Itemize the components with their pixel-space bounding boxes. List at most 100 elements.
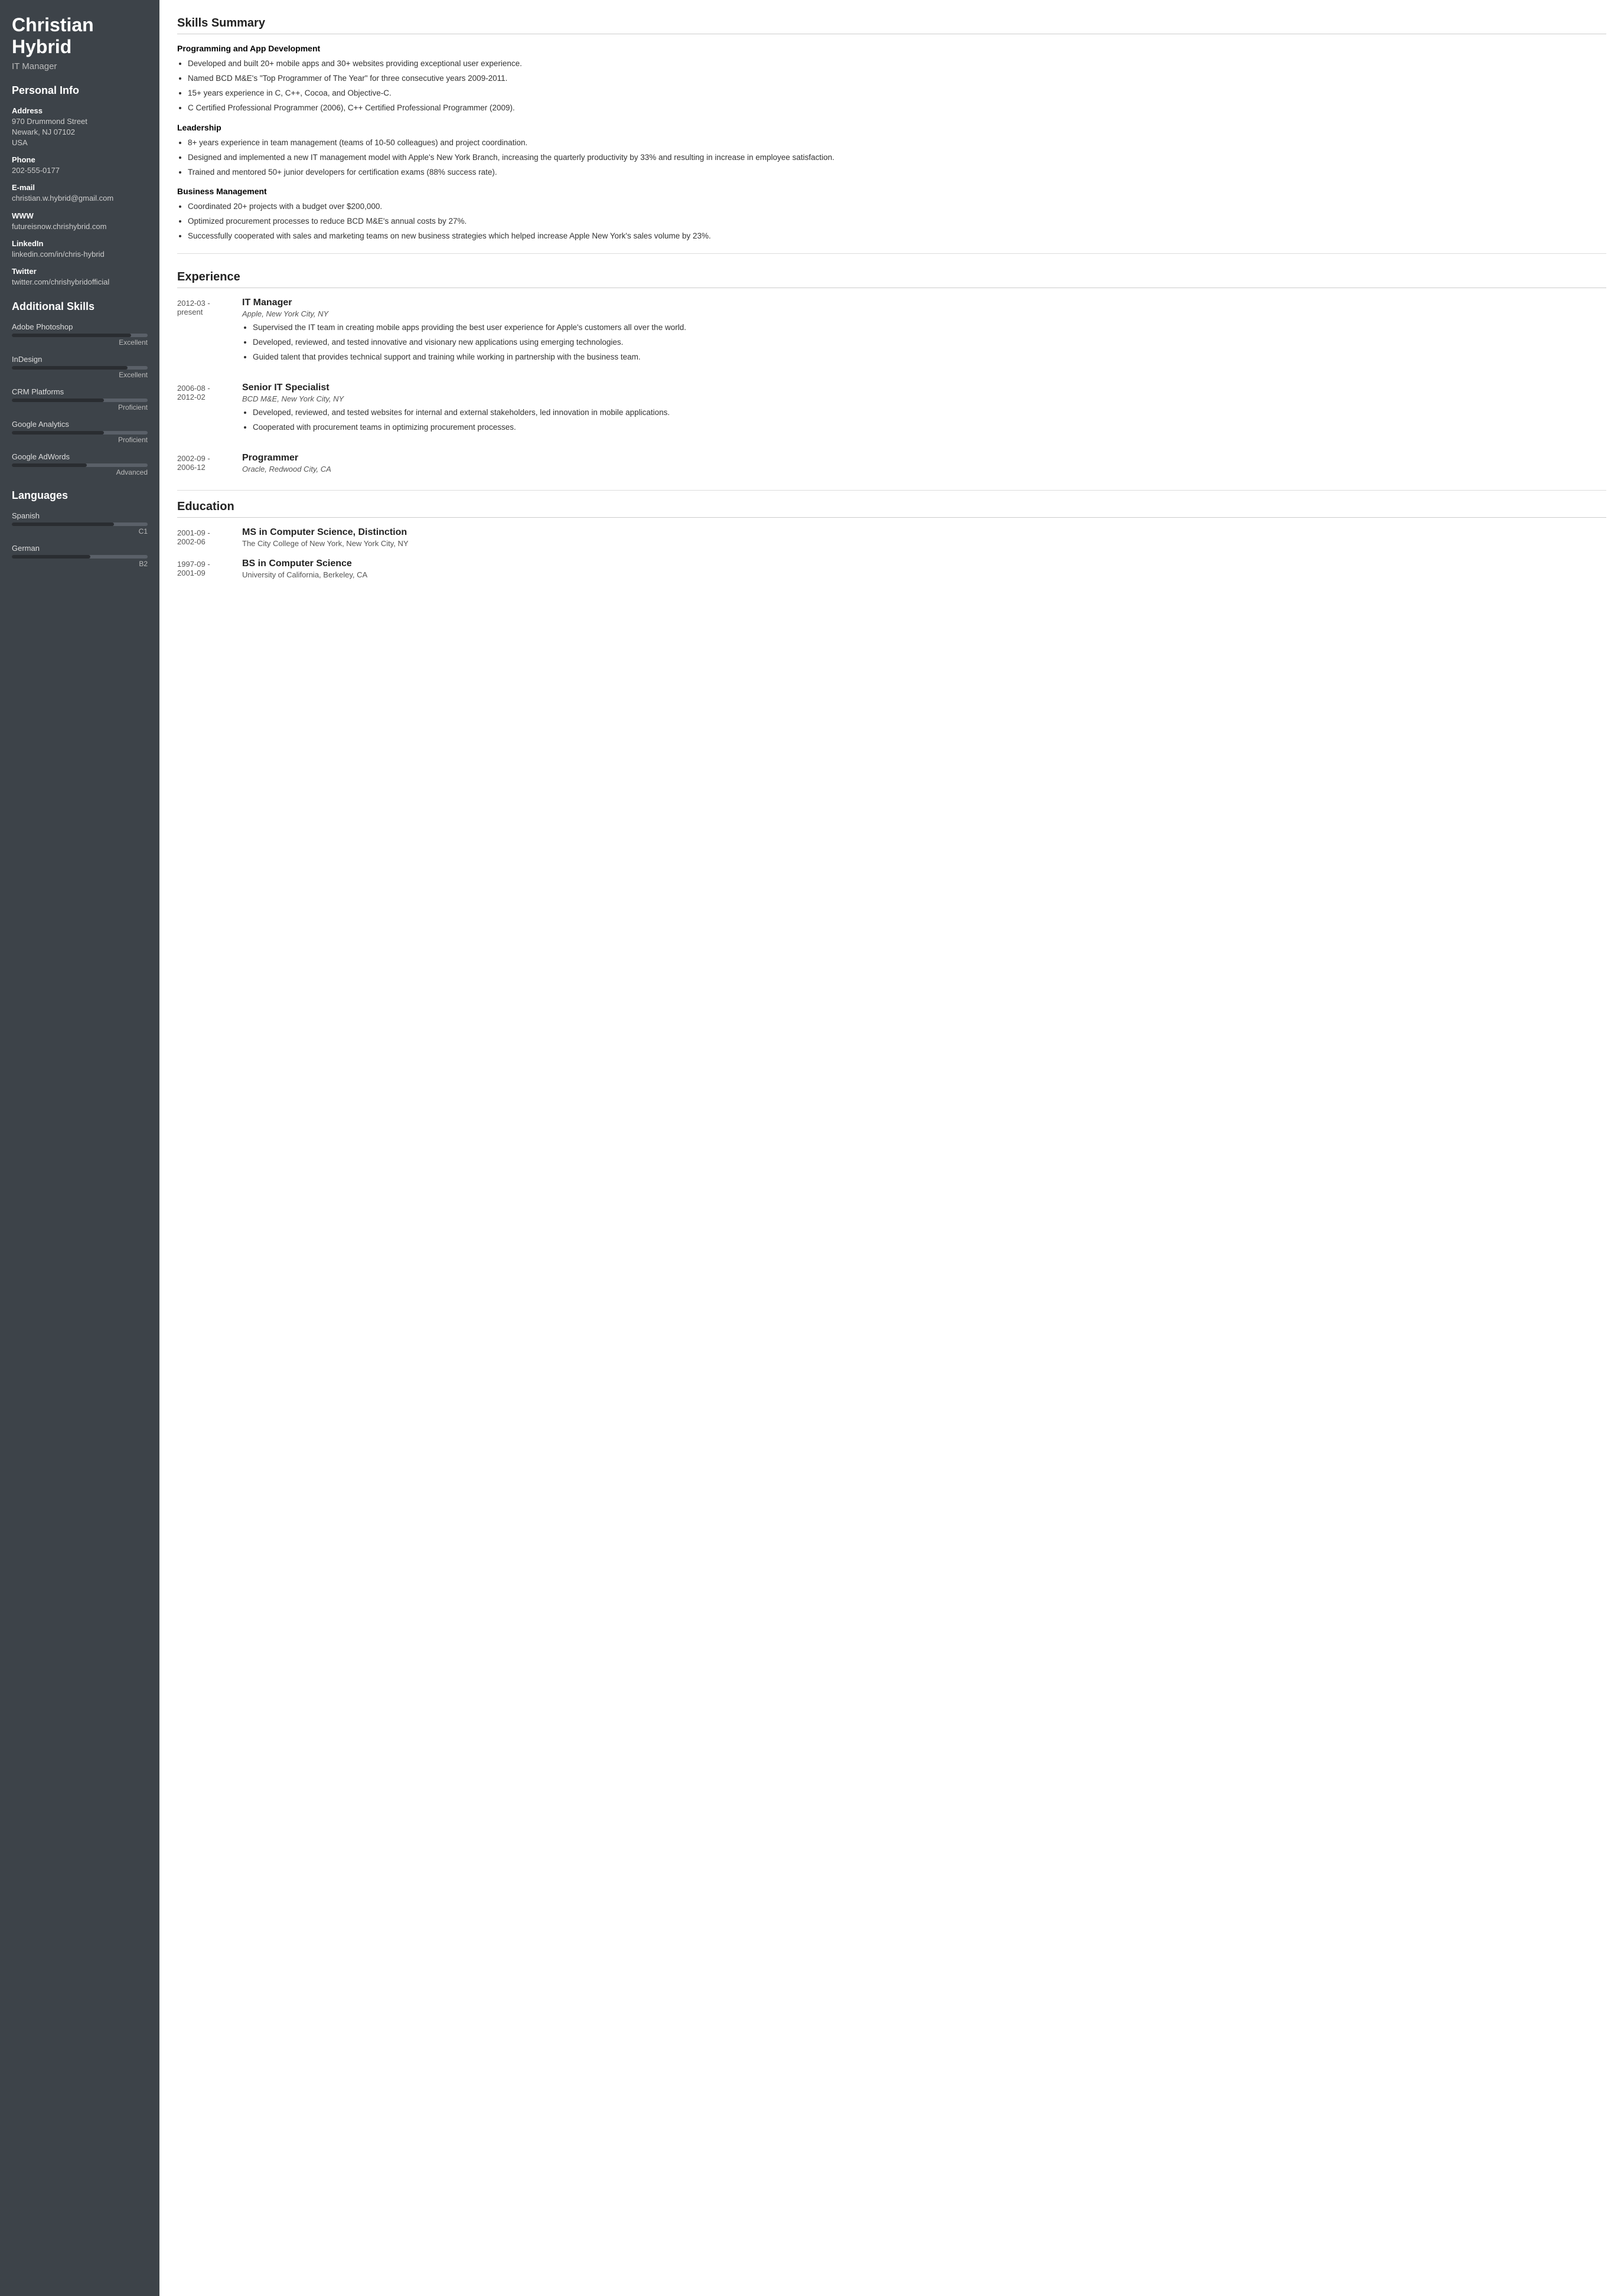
skills-subsections: Programming and App Development Developed… bbox=[177, 44, 1606, 243]
skills-subsection: Programming and App Development Developed… bbox=[177, 44, 1606, 115]
skill-bar-bg bbox=[12, 431, 148, 435]
language-bar-fill bbox=[12, 555, 90, 559]
bullet-item: Named BCD M&E's "Top Programmer of The Y… bbox=[188, 73, 1606, 85]
candidate-name: Christian Hybrid bbox=[12, 14, 148, 58]
edu-dates: 1997-09 -2001-09 bbox=[177, 559, 242, 579]
bullet-item: 15+ years experience in C, C++, Cocoa, a… bbox=[188, 87, 1606, 100]
www-label: WWW bbox=[12, 211, 148, 220]
education-entry: 1997-09 -2001-09BS in Computer ScienceUn… bbox=[177, 559, 1606, 579]
skill-name: Google Analytics bbox=[12, 420, 148, 429]
experience-entry: 2006-08 -2012-02Senior IT SpecialistBCD … bbox=[177, 383, 1606, 440]
language-bar-bg bbox=[12, 555, 148, 559]
skill-bar-bg bbox=[12, 366, 148, 370]
edu-dates: 2001-09 -2002-06 bbox=[177, 527, 242, 548]
twitter-label: Twitter bbox=[12, 267, 148, 276]
edu-degree: MS in Computer Science, Distinction bbox=[242, 527, 1606, 538]
edu-school: The City College of New York, New York C… bbox=[242, 539, 1606, 548]
skill-level: Proficient bbox=[12, 403, 148, 411]
bullet-list: Developed and built 20+ mobile apps and … bbox=[188, 58, 1606, 115]
languages-section-title: Languages bbox=[12, 489, 148, 504]
bullet-item: Trained and mentored 50+ junior develope… bbox=[188, 166, 1606, 179]
bullet-item: 8+ years experience in team management (… bbox=[188, 137, 1606, 149]
skill-item: CRM Platforms Proficient bbox=[12, 387, 148, 411]
experience-title: Experience bbox=[177, 270, 1606, 288]
skill-level: Excellent bbox=[12, 338, 148, 347]
exp-dates: 2002-09 -2006-12 bbox=[177, 453, 242, 477]
skill-bar-fill bbox=[12, 366, 128, 370]
phone-value: 202-555-0177 bbox=[12, 165, 148, 176]
main-content: Skills Summary Programming and App Devel… bbox=[159, 0, 1624, 2296]
bullet-list: Coordinated 20+ projects with a budget o… bbox=[188, 201, 1606, 243]
email-label: E-mail bbox=[12, 183, 148, 192]
address-line1: 970 Drummond Street bbox=[12, 117, 87, 126]
edu-content: BS in Computer ScienceUniversity of Cali… bbox=[242, 559, 1606, 579]
exp-job-title: IT Manager bbox=[242, 298, 1606, 308]
exp-job-title: Senior IT Specialist bbox=[242, 383, 1606, 393]
exp-bullet-item: Supervised the IT team in creating mobil… bbox=[253, 322, 1606, 334]
edu-school: University of California, Berkeley, CA bbox=[242, 570, 1606, 579]
skills-subsection: Business Management Coordinated 20+ proje… bbox=[177, 187, 1606, 243]
language-level: C1 bbox=[12, 527, 148, 535]
edu-degree: BS in Computer Science bbox=[242, 559, 1606, 569]
exp-company: Apple, New York City, NY bbox=[242, 309, 1606, 318]
experience-entry: 2012-03 -presentIT ManagerApple, New Yor… bbox=[177, 298, 1606, 370]
last-name: Hybrid bbox=[12, 36, 71, 57]
language-level: B2 bbox=[12, 560, 148, 568]
linkedin-label: LinkedIn bbox=[12, 239, 148, 248]
skill-bar-bg bbox=[12, 399, 148, 402]
divider bbox=[177, 253, 1606, 254]
personal-info-section-title: Personal Info bbox=[12, 84, 148, 99]
bullet-item: Developed and built 20+ mobile apps and … bbox=[188, 58, 1606, 70]
bullet-item: Successfully cooperated with sales and m… bbox=[188, 230, 1606, 243]
skill-bar-fill bbox=[12, 431, 104, 435]
languages-list: Spanish C1 German B2 bbox=[12, 511, 148, 568]
skills-summary-title: Skills Summary bbox=[177, 17, 1606, 34]
edu-content: MS in Computer Science, DistinctionThe C… bbox=[242, 527, 1606, 548]
bullet-item: Coordinated 20+ projects with a budget o… bbox=[188, 201, 1606, 213]
email-value: christian.w.hybrid@gmail.com bbox=[12, 193, 148, 204]
address-value: 970 Drummond Street Newark, NJ 07102 USA bbox=[12, 116, 148, 149]
twitter-value: twitter.com/chrishybridofficial bbox=[12, 277, 148, 288]
exp-bullet-item: Developed, reviewed, and tested innovati… bbox=[253, 337, 1606, 349]
additional-skills-section-title: Additional Skills bbox=[12, 301, 148, 315]
exp-content: ProgrammerOracle, Redwood City, CA bbox=[242, 453, 1606, 477]
exp-content: Senior IT SpecialistBCD M&E, New York Ci… bbox=[242, 383, 1606, 440]
exp-bullet-item: Developed, reviewed, and tested websites… bbox=[253, 407, 1606, 419]
linkedin-value: linkedin.com/in/chris-hybrid bbox=[12, 249, 148, 260]
bullet-item: Optimized procurement processes to reduc… bbox=[188, 215, 1606, 228]
skill-name: InDesign bbox=[12, 355, 148, 364]
language-name: Spanish bbox=[12, 511, 148, 520]
subsection-title: Programming and App Development bbox=[177, 44, 1606, 53]
language-bar-bg bbox=[12, 522, 148, 526]
sidebar: Christian Hybrid IT Manager Personal Inf… bbox=[0, 0, 159, 2296]
language-name: German bbox=[12, 544, 148, 553]
skill-bar-fill bbox=[12, 399, 104, 402]
skill-level: Proficient bbox=[12, 436, 148, 444]
language-item: German B2 bbox=[12, 544, 148, 568]
bullet-list: 8+ years experience in team management (… bbox=[188, 137, 1606, 179]
exp-bullets: Developed, reviewed, and tested websites… bbox=[253, 407, 1606, 434]
exp-bullet-item: Guided talent that provides technical su… bbox=[253, 351, 1606, 364]
skills-subsection: Leadership 8+ years experience in team ma… bbox=[177, 123, 1606, 179]
subsection-title: Leadership bbox=[177, 123, 1606, 132]
exp-company: BCD M&E, New York City, NY bbox=[242, 394, 1606, 403]
skills-list: Adobe Photoshop Excellent InDesign Excel… bbox=[12, 322, 148, 476]
experience-entry: 2002-09 -2006-12ProgrammerOracle, Redwoo… bbox=[177, 453, 1606, 477]
exp-dates: 2012-03 -present bbox=[177, 298, 242, 370]
skill-item: Adobe Photoshop Excellent bbox=[12, 322, 148, 347]
address-label: Address bbox=[12, 106, 148, 115]
address-line2: Newark, NJ 07102 bbox=[12, 128, 75, 136]
education-list: 2001-09 -2002-06MS in Computer Science, … bbox=[177, 527, 1606, 579]
skill-name: Adobe Photoshop bbox=[12, 322, 148, 331]
skill-level: Excellent bbox=[12, 371, 148, 379]
education-entry: 2001-09 -2002-06MS in Computer Science, … bbox=[177, 527, 1606, 548]
language-item: Spanish C1 bbox=[12, 511, 148, 535]
job-title: IT Manager bbox=[12, 61, 148, 71]
language-bar-fill bbox=[12, 522, 114, 526]
subsection-title: Business Management bbox=[177, 187, 1606, 196]
skill-bar-bg bbox=[12, 463, 148, 467]
skill-name: Google AdWords bbox=[12, 452, 148, 461]
bullet-item: C Certified Professional Programmer (200… bbox=[188, 102, 1606, 115]
skill-level: Advanced bbox=[12, 468, 148, 476]
first-name: Christian bbox=[12, 14, 94, 35]
